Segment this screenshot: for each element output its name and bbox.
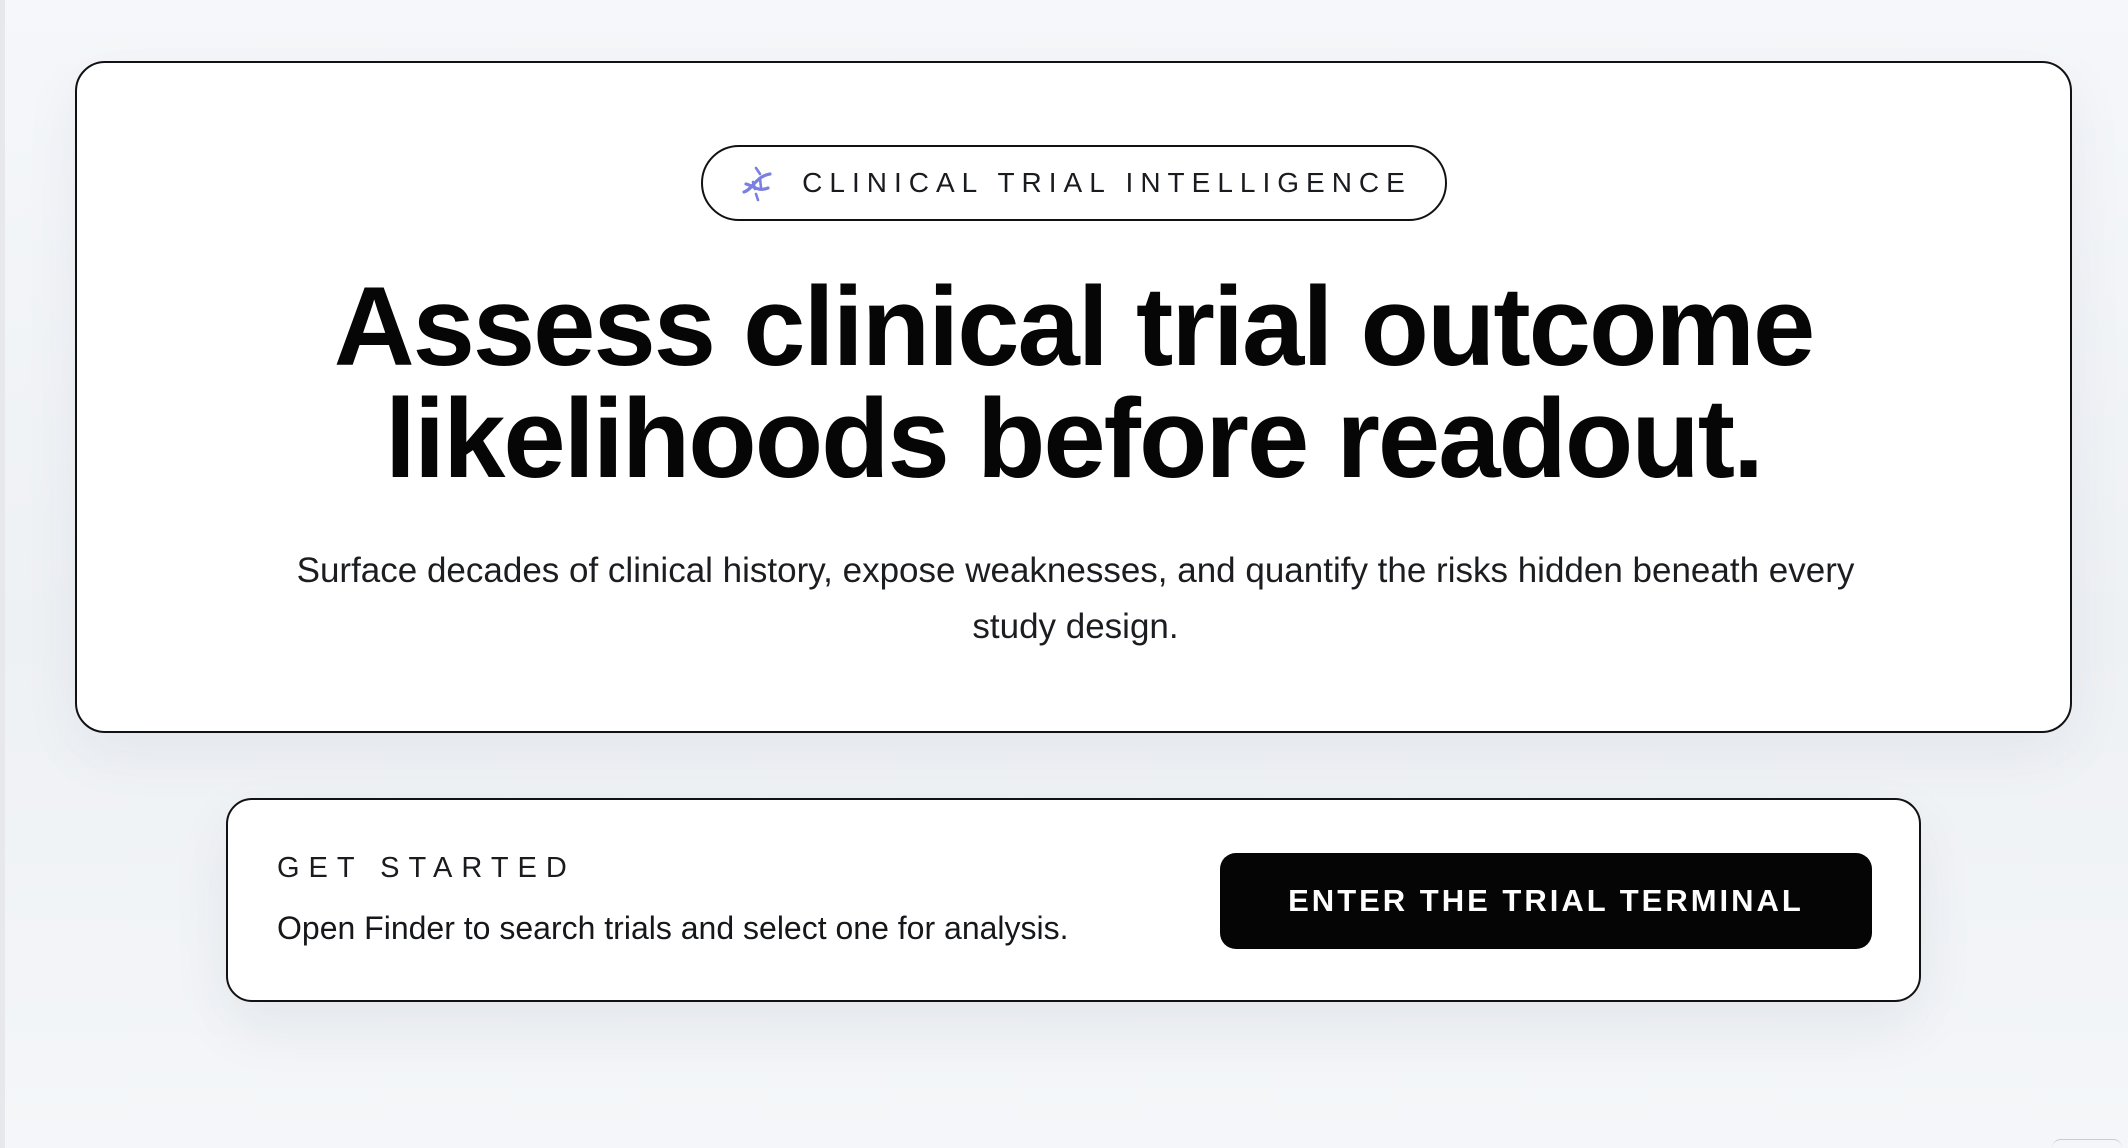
headline-line-2: likelihoods before readout. xyxy=(384,376,1764,501)
page-headline: Assess clinical trial outcome likelihood… xyxy=(77,271,2070,495)
hero-subheading: Surface decades of clinical history, exp… xyxy=(296,551,1855,646)
dna-icon xyxy=(736,162,778,204)
landing-page: CLINICAL TRIAL INTELLIGENCE Assess clini… xyxy=(0,0,2128,1148)
hero-card: CLINICAL TRIAL INTELLIGENCE Assess clini… xyxy=(75,61,2072,733)
eyebrow-pill: CLINICAL TRIAL INTELLIGENCE xyxy=(701,145,1447,221)
get-started-label: GET STARTED xyxy=(277,852,576,884)
get-started-description: Open Finder to search trials and select … xyxy=(277,910,1069,946)
enter-trial-terminal-button[interactable]: ENTER THE TRIAL TERMINAL xyxy=(1220,853,1872,949)
corner-decoration xyxy=(2052,1139,2122,1148)
get-started-card: GET STARTED Open Finder to search trials… xyxy=(226,798,1921,1002)
headline-line-1: Assess clinical trial outcome xyxy=(333,264,1816,389)
eyebrow-label: CLINICAL TRIAL INTELLIGENCE xyxy=(802,167,1412,198)
